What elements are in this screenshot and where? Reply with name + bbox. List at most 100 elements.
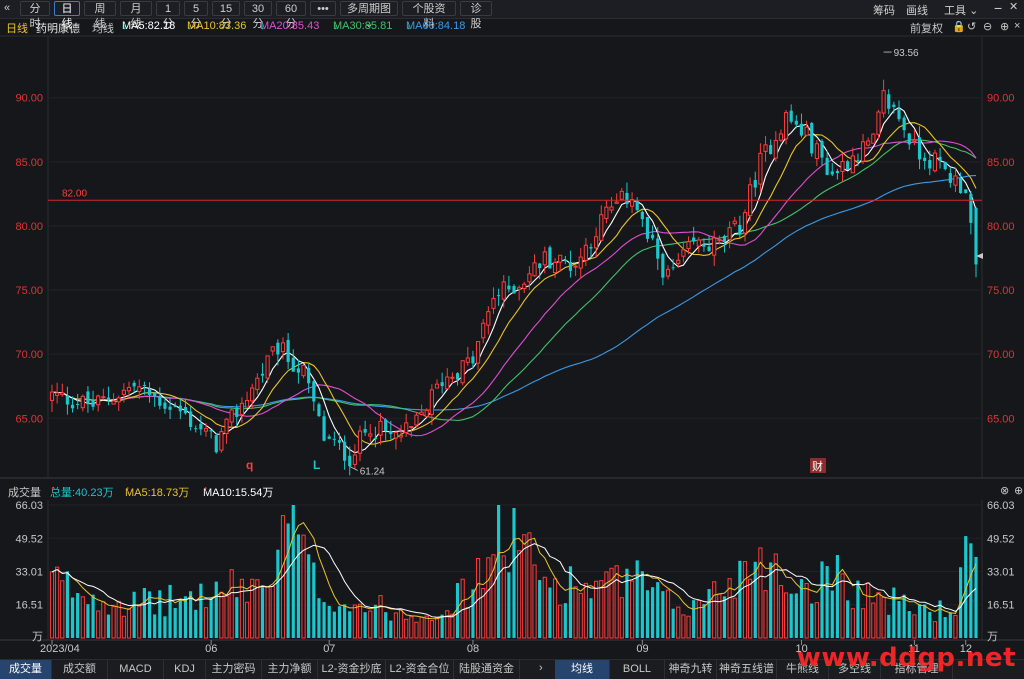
toolbar-button-5[interactable]: 5分	[184, 1, 208, 30]
toolbar-button-0[interactable]: 分时	[20, 1, 50, 30]
volume-bar	[301, 534, 306, 639]
volume-bar	[276, 549, 280, 638]
candle-body	[224, 418, 229, 435]
price-tick-left: 70.00	[15, 349, 43, 361]
volume-bar	[892, 587, 896, 638]
candle-body	[121, 389, 126, 395]
indicator-tab-5[interactable]: 主力净额	[262, 660, 318, 679]
volume-bar	[460, 578, 465, 639]
indicator-tab-1[interactable]: 成交额	[52, 660, 108, 679]
candle-body	[604, 206, 609, 219]
candle-body	[860, 141, 866, 162]
ma20-line	[51, 140, 977, 437]
indicator-tab-right-2[interactable]: 神奇九转	[665, 660, 717, 679]
volume-bar	[224, 595, 229, 639]
tools-button[interactable]: 工具 ⌄	[944, 2, 978, 18]
toolbar-button-9[interactable]: •••	[310, 1, 336, 16]
toolbar-button-2[interactable]: 周线	[84, 1, 116, 30]
up-arrow-icon: ↑	[203, 484, 209, 496]
volume-bar	[76, 593, 80, 638]
volume-tick-right: 万	[987, 631, 998, 643]
toolbar-button-1[interactable]: 日线	[54, 1, 80, 30]
volume-bar	[517, 550, 522, 639]
top-toolbar: « 分时 日线 周线 月线 1分 5分 15分 30分 60分 ••• 多周期图 ⌄ 个股资料 诊股 筹…	[0, 0, 1024, 30]
candle-body	[163, 402, 167, 409]
indicator-tab-7[interactable]: L2-资金合位	[386, 660, 454, 679]
volume-bar	[455, 583, 460, 638]
mark-l: L	[313, 458, 320, 472]
candle-body	[419, 411, 424, 415]
indicator-tab-6[interactable]: L2-资金抄底	[318, 660, 386, 679]
candle-body	[676, 259, 681, 264]
candle-body	[393, 431, 399, 439]
candle-body	[137, 386, 142, 392]
candle-body	[932, 152, 938, 172]
volume-bar	[173, 607, 177, 638]
volume-bar	[866, 582, 871, 639]
candle-body	[80, 395, 85, 409]
volume-title[interactable]: 成交量	[8, 484, 41, 500]
indicator-tab-3[interactable]: KDJ	[164, 660, 206, 679]
undo-icon[interactable]: ↺	[967, 20, 976, 33]
toolbar-button-6[interactable]: 15分	[212, 1, 240, 30]
candle-body	[409, 426, 414, 429]
drawing-button[interactable]: 画线	[906, 2, 928, 18]
candle-body	[429, 389, 434, 415]
close-icon[interactable]: ✕	[1009, 0, 1018, 13]
candle-body	[850, 155, 855, 174]
indicator-tab-right-3[interactable]: 神奇五线谱	[717, 660, 777, 679]
candle-body	[244, 400, 250, 408]
toolbar-button-4[interactable]: 1分	[156, 1, 180, 30]
volume-bar	[932, 621, 938, 639]
candle-body	[209, 430, 213, 432]
expand-volume-icon[interactable]: ⊕	[1014, 484, 1023, 497]
toolbar-button-7[interactable]: 30分	[244, 1, 272, 30]
ma-type-label[interactable]: 均线	[92, 20, 114, 36]
candle-body	[116, 397, 121, 403]
volume-bar	[651, 587, 655, 638]
candle-body	[214, 435, 218, 453]
candle-body	[753, 179, 757, 188]
toolbar-button-11[interactable]: 个股资料	[402, 1, 456, 30]
indicator-tab-8[interactable]: 陆股通资金	[454, 660, 520, 679]
lock-icon[interactable]: 🔒	[952, 20, 966, 33]
indicator-tab-0[interactable]: 成交量	[0, 660, 52, 679]
close-panel-icon[interactable]: ×	[1014, 20, 1020, 32]
toolbar-button-10[interactable]: 多周期图 ⌄	[340, 1, 398, 30]
tabs-arrow-icon[interactable]: ›	[539, 662, 543, 674]
candle-body	[189, 411, 193, 427]
indicator-tab-right-0[interactable]: 均线	[555, 660, 610, 679]
candle-body	[465, 357, 470, 363]
candle-body	[296, 368, 300, 373]
ma5-label: MA5:82.18	[122, 20, 176, 32]
volume-bar	[573, 586, 578, 639]
adjust-label[interactable]: 前复权	[910, 20, 943, 36]
close-volume-icon[interactable]: ⊗	[1000, 484, 1009, 497]
volume-bar	[589, 598, 593, 638]
zoom-in-icon[interactable]: ⊕	[1000, 20, 1009, 33]
toolbar-button-12[interactable]: 诊股	[460, 1, 492, 30]
volume-bar	[748, 578, 753, 639]
chip-distribution-button[interactable]: 筹码	[873, 2, 895, 18]
back-icon[interactable]: «	[4, 2, 10, 14]
volume-bar	[707, 589, 711, 638]
volume-bar	[887, 614, 891, 638]
toolbar-button-8[interactable]: 60分	[276, 1, 306, 30]
volume-bar	[907, 611, 911, 638]
volume-bar	[881, 596, 886, 639]
candle-body	[763, 144, 768, 152]
volume-bar	[542, 576, 547, 639]
volume-bar	[137, 605, 142, 639]
volume-bar	[307, 554, 311, 638]
indicator-tab-4[interactable]: 主力密码	[206, 660, 262, 679]
toolbar-button-3[interactable]: 月线	[120, 1, 152, 30]
indicator-tab-right-1[interactable]: BOLL	[610, 660, 665, 679]
candle-body	[384, 419, 388, 432]
zoom-out-icon[interactable]: ⊖	[983, 20, 992, 33]
candle-body	[651, 234, 655, 239]
candle-body	[455, 373, 460, 380]
candle-body	[722, 235, 727, 242]
indicator-tab-2[interactable]: MACD	[108, 660, 164, 679]
volume-bar	[501, 555, 506, 639]
minimize-icon[interactable]: −	[994, 0, 1002, 16]
